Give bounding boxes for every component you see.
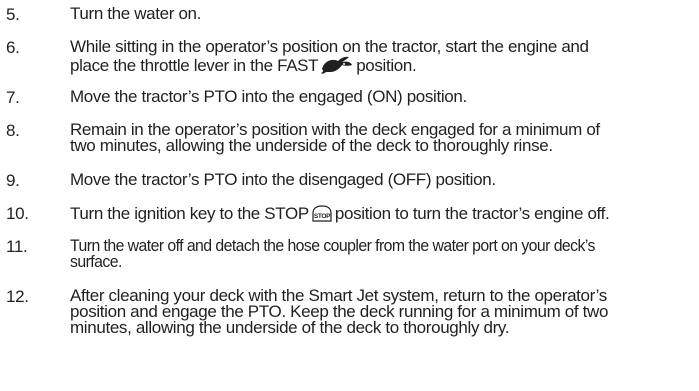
step-number: 8. bbox=[6, 121, 20, 140]
step-number: 5. bbox=[6, 5, 20, 24]
step-number: 12. bbox=[6, 287, 29, 306]
step-text: While sitting in the operator’s position… bbox=[70, 37, 589, 78]
step-number: 9. bbox=[6, 171, 20, 190]
step-text-line: Turn the water off and detach the hose c… bbox=[70, 236, 595, 255]
step-text-line: place the throttle lever in the FAST pos… bbox=[70, 55, 589, 78]
step-text-line: Turn the ignition key to the STOP STOP p… bbox=[70, 204, 610, 226]
step-number: 7. bbox=[6, 88, 20, 107]
step-text-line: surface. bbox=[70, 252, 122, 271]
step-text: Turn the water off and detach the hose c… bbox=[70, 236, 595, 271]
step-text-line: Move the tractor’s PTO into the disengag… bbox=[70, 170, 496, 189]
step-text: Turn the water on. bbox=[70, 4, 202, 23]
stop-icon: STOP bbox=[311, 205, 333, 226]
step-text-line: Turn the water on. bbox=[70, 4, 202, 23]
step-text-fragment: position to turn the tractor’s engine of… bbox=[334, 204, 610, 223]
step-text-fragment: place the throttle lever in the FAST bbox=[70, 56, 319, 75]
step-text: Move the tractor’s PTO into the disengag… bbox=[70, 170, 496, 189]
step-number: 6. bbox=[6, 38, 20, 57]
step-text-fragment: Turn the ignition key to the STOP bbox=[70, 204, 309, 223]
step-text-fragment: position. bbox=[356, 56, 417, 75]
step-number: 11. bbox=[6, 237, 28, 256]
step-text: Turn the ignition key to the STOP STOP p… bbox=[70, 204, 610, 226]
step-text-line: While sitting in the operator’s position… bbox=[70, 37, 589, 56]
step-text: After cleaning your deck with the Smart … bbox=[70, 287, 608, 337]
stop-icon-label: STOP bbox=[314, 213, 331, 220]
step-text: Move the tractor’s PTO into the engaged … bbox=[70, 87, 467, 106]
step-text-line: Move the tractor’s PTO into the engaged … bbox=[70, 87, 467, 106]
instruction-steps: 5. Turn the water on. 6. While sitting i… bbox=[0, 0, 699, 391]
rabbit-icon bbox=[320, 55, 354, 78]
step-text: Remain in the operator’s position with t… bbox=[70, 121, 600, 155]
step-text-line: minutes, allowing the underside of the d… bbox=[70, 318, 510, 337]
step-text-line: two minutes, allowing the underside of t… bbox=[70, 136, 553, 155]
step-number: 10. bbox=[6, 204, 29, 223]
